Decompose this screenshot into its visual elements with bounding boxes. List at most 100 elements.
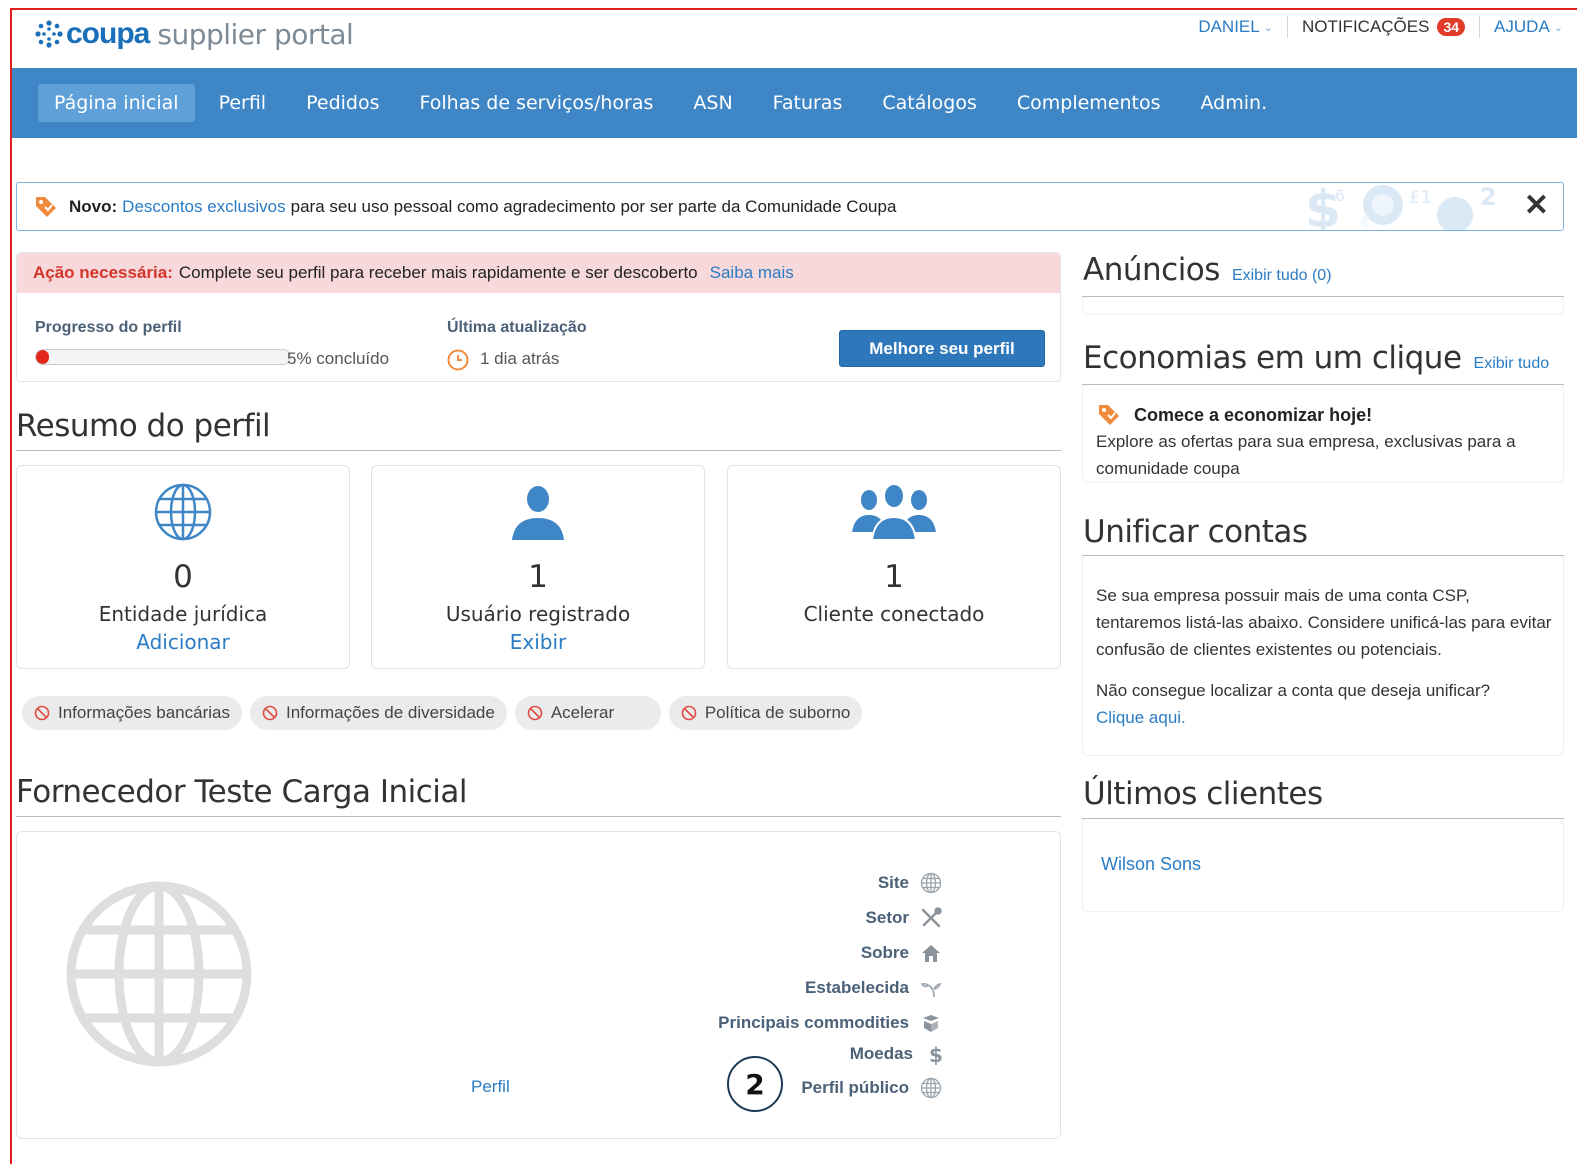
profile-progress-bar: [35, 349, 291, 365]
legal-entity-label: Entidade jurídica: [98, 602, 268, 626]
prohibited-icon: [681, 705, 697, 721]
help-label: AJUDA: [1494, 17, 1550, 36]
svg-text:£1: £1: [1409, 187, 1432, 208]
registered-users-count: 1: [528, 559, 548, 595]
action-required-bar: Ação necessária: Complete seu perfil par…: [17, 253, 1060, 293]
action-required-label: Ação necessária:: [33, 263, 173, 282]
customer-link[interactable]: Wilson Sons: [1101, 854, 1201, 875]
announcements-view-all-link[interactable]: Exibir tudo (0): [1232, 267, 1332, 284]
registered-users-label: Usuário registrado: [445, 602, 631, 626]
chevron-down-icon: ⌄: [1553, 21, 1563, 34]
pill-accelerate[interactable]: Acelerar: [514, 696, 661, 730]
pill-label: Política de suborno: [704, 703, 851, 722]
user-icon: [372, 482, 704, 542]
supplier-logo-placeholder-globe-icon: [66, 881, 252, 1067]
price-tag-icon: [1099, 405, 1119, 425]
merge-click-here-link[interactable]: Clique aqui.: [1096, 708, 1186, 727]
promo-text: para seu uso pessoal como agradecimento …: [290, 196, 897, 216]
pill-banking-info[interactable]: Informações bancárias: [22, 696, 242, 730]
supplier-row-established: Estabelecida: [805, 976, 943, 1000]
savings-title-text: Economias em um clique: [1083, 340, 1462, 376]
coupa-star-icon: [35, 20, 63, 48]
view-users-link[interactable]: Exibir: [372, 630, 704, 654]
promo-banner: Novo: Descontos exclusivos para seu uso …: [16, 182, 1564, 231]
sprout-icon: [919, 976, 943, 1000]
registered-users-card: 1 Usuário registrado Exibir: [371, 465, 705, 669]
nav-item-admin[interactable]: Admin.: [1185, 84, 1284, 122]
announcements-title-text: Anúncios: [1083, 252, 1220, 288]
learn-more-link[interactable]: Saiba mais: [710, 263, 794, 283]
notifications-badge: 34: [1437, 18, 1466, 36]
prohibited-icon: [34, 705, 50, 721]
pill-bribery-policy[interactable]: Política de suborno: [668, 696, 863, 730]
svg-text:$: $: [929, 1043, 943, 1065]
section-divider: [16, 816, 1061, 817]
connected-customers-label: Cliente conectado: [803, 602, 985, 626]
supplier-row-sector: Setor: [866, 906, 943, 930]
savings-view-all-link[interactable]: Exibir tudo: [1474, 355, 1550, 372]
house-icon: [919, 941, 943, 965]
logo-subtitle: supplier portal: [157, 17, 354, 51]
tools-icon: [919, 906, 943, 930]
row-label: Moedas: [849, 1044, 913, 1063]
progress-text: 5% concluído: [287, 349, 390, 368]
top-right-menu: DANIEL ⌄ NOTIFICAÇÕES 34 AJUDA ⌄: [1184, 16, 1563, 38]
announcements-title: Anúncios Exibir tudo (0): [1083, 252, 1332, 288]
merge-accounts-text: Se sua empresa possuir mais de uma conta…: [1096, 586, 1552, 659]
coupa-logo[interactable]: coupa supplier portal: [34, 14, 354, 54]
supplier-row-site: Site: [878, 871, 943, 895]
pill-label: Informações bancárias: [58, 703, 230, 722]
dollar-icon: $: [923, 1042, 947, 1066]
promo-prefix: Novo:: [69, 196, 118, 216]
row-label: Perfil público: [801, 1078, 909, 1097]
pill-label: Informações de diversidade: [285, 703, 495, 722]
legal-entity-count: 0: [173, 559, 193, 595]
close-icon[interactable]: ✕: [1524, 191, 1549, 221]
recent-customers-title: Últimos clientes: [1083, 776, 1323, 812]
nav-item-timesheets[interactable]: Folhas de serviços/horas: [404, 84, 670, 122]
user-menu[interactable]: DANIEL ⌄: [1184, 16, 1287, 38]
nav-item-catalogs[interactable]: Catálogos: [866, 84, 993, 122]
connected-customers-card: 1 Cliente conectado: [727, 465, 1061, 669]
connected-customers-count: 1: [884, 559, 904, 595]
nav-item-asn[interactable]: ASN: [677, 84, 748, 122]
notifications-menu[interactable]: NOTIFICAÇÕES 34: [1286, 16, 1479, 38]
globe-icon: [919, 871, 943, 895]
action-required-message: Complete seu perfil para receber mais ra…: [178, 263, 698, 282]
row-label: Setor: [865, 908, 909, 927]
nav-item-profile[interactable]: Perfil: [203, 84, 283, 122]
supplier-row-commodities: Principais commodities: [718, 1011, 943, 1035]
progress-label: Progresso do perfil: [35, 319, 182, 336]
merge-accounts-question: Não consegue localizar a conta que desej…: [1096, 677, 1556, 731]
announcements-panel: [1082, 297, 1564, 315]
add-legal-entity-link[interactable]: Adicionar: [17, 630, 349, 654]
section-divider: [16, 450, 1061, 451]
last-update-label: Última atualização: [447, 319, 587, 336]
pill-diversity-info[interactable]: Informações de diversidade: [249, 696, 507, 730]
nav-item-home[interactable]: Página inicial: [38, 84, 195, 146]
prohibited-icon: [262, 705, 278, 721]
nav-item-invoices[interactable]: Faturas: [757, 84, 859, 122]
chevron-down-icon: ⌄: [1263, 21, 1273, 34]
nav-item-orders[interactable]: Pedidos: [290, 84, 395, 122]
pill-label: Acelerar: [550, 703, 615, 722]
supplier-title: Fornecedor Teste Carga Inicial: [16, 774, 467, 810]
globe-icon: [919, 1076, 943, 1100]
row-label: Principais commodities: [718, 1013, 909, 1032]
notifications-label: NOTIFICAÇÕES: [1301, 17, 1430, 36]
main-nav: Página inicial Perfil Pedidos Folhas de …: [12, 68, 1577, 146]
box-icon: [919, 1011, 943, 1035]
svg-text:6: 6: [1335, 186, 1345, 205]
nav-item-addons[interactable]: Complementos: [1001, 84, 1177, 122]
row-label: Estabelecida: [805, 978, 909, 997]
help-menu[interactable]: AJUDA ⌄: [1479, 16, 1563, 38]
improve-profile-button[interactable]: Melhore seu perfil: [839, 330, 1045, 367]
promo-link[interactable]: Descontos exclusivos: [122, 197, 285, 217]
savings-heading-text: Comece a economizar hoje!: [1134, 404, 1373, 425]
supplier-row-about: Sobre: [861, 941, 943, 965]
logo-brand: coupa: [66, 17, 150, 50]
clock-icon: [447, 349, 469, 371]
public-profile-link[interactable]: Perfil: [471, 1077, 510, 1097]
savings-heading: Comece a economizar hoje!: [1096, 402, 1372, 428]
supplier-row-currencies: Moedas $: [850, 1042, 947, 1066]
